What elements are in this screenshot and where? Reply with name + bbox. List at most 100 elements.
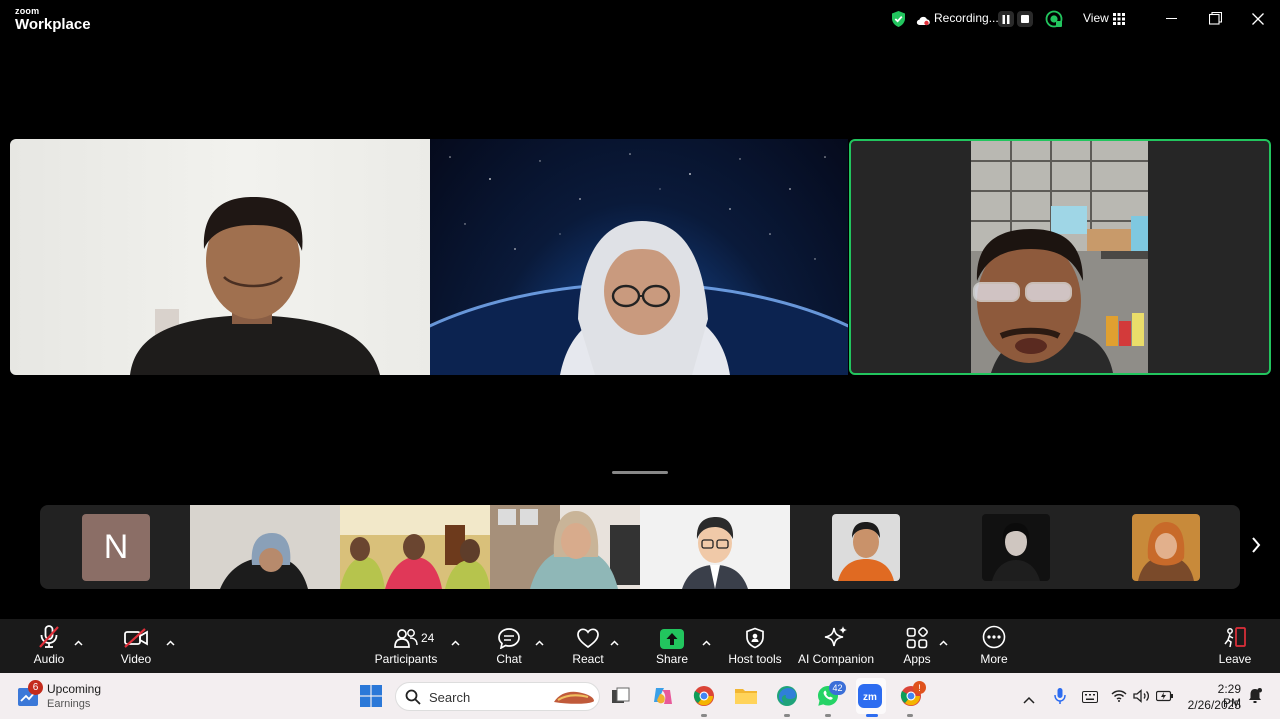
audio-button[interactable]: Audio: [30, 619, 68, 673]
clock-date[interactable]: 2/26/2025: [1186, 698, 1241, 712]
next-page-chevron-icon[interactable]: [1251, 536, 1261, 559]
running-indicator: [701, 714, 707, 717]
thumbnail-participant-6[interactable]: [790, 505, 940, 589]
file-explorer-icon[interactable]: [733, 683, 759, 709]
notification-bell-icon[interactable]: [1248, 688, 1262, 709]
thumbnail-participant-1[interactable]: N: [40, 505, 190, 589]
windows-start-icon[interactable]: [360, 685, 382, 712]
edge-icon[interactable]: [774, 683, 800, 709]
shield-icon: [745, 619, 765, 649]
react-label: React: [572, 652, 604, 666]
video-tile-participant-2[interactable]: [430, 139, 848, 375]
widgets-title[interactable]: Upcoming: [47, 682, 101, 696]
restore-icon: [1208, 11, 1223, 25]
chat-icon: [497, 619, 521, 649]
meeting-toolbar: Audio Video Participants Chat React Shar…: [0, 619, 1280, 673]
widgets-subtitle: Earnings: [47, 698, 91, 710]
close-window-button[interactable]: [1252, 12, 1264, 30]
security-shield-icon[interactable]: [890, 10, 907, 33]
share-options-chevron-up-icon[interactable]: [702, 633, 711, 651]
brand-name: Workplace: [15, 16, 91, 33]
video-off-icon: [123, 619, 149, 649]
widgets-badge: 6: [28, 680, 43, 695]
gallery-resize-handle[interactable]: [612, 471, 668, 474]
host-tools-button[interactable]: Host tools: [725, 619, 785, 673]
search-icon: [405, 689, 421, 710]
view-button[interactable]: View: [1083, 11, 1109, 25]
leave-label: Leave: [1218, 652, 1252, 666]
video-label: Video: [120, 652, 152, 666]
leave-button[interactable]: Leave: [1216, 619, 1254, 673]
participants-options-chevron-up-icon[interactable]: [451, 633, 460, 651]
task-view-icon[interactable]: [608, 683, 634, 709]
apps-options-chevron-up-icon[interactable]: [939, 633, 948, 651]
microphone-in-use-icon[interactable]: [1054, 687, 1066, 710]
video-tile-active-speaker[interactable]: [849, 139, 1271, 375]
stop-recording-button[interactable]: [1017, 11, 1033, 27]
muted-microphone-icon: [38, 619, 60, 649]
participant-video-thumb-4: [490, 505, 640, 589]
thumbnail-participant-7[interactable]: [940, 505, 1090, 589]
grid-view-icon[interactable]: [1113, 12, 1125, 30]
audio-label: Audio: [33, 652, 65, 666]
cloud-recording-icon: [916, 13, 930, 31]
profile-photo: [982, 514, 1050, 581]
share-button[interactable]: Share: [653, 619, 691, 673]
chrome-icon[interactable]: [691, 683, 717, 709]
search-placeholder: Search: [429, 690, 471, 705]
thumbnail-strip: N: [40, 505, 1240, 589]
share-label: Share: [655, 652, 689, 666]
battery-charging-icon[interactable]: [1155, 689, 1174, 707]
host-tools-label: Host tools: [728, 652, 782, 666]
copilot-icon[interactable]: [650, 683, 676, 709]
wifi-icon[interactable]: [1111, 689, 1127, 707]
profile-photo: [1132, 514, 1200, 581]
volume-icon[interactable]: [1133, 689, 1151, 708]
thumbnail-participant-2[interactable]: [190, 505, 340, 589]
participants-label: Participants: [374, 652, 438, 666]
running-indicator: [907, 714, 913, 717]
chrome-alert-badge: !: [913, 681, 926, 694]
pause-icon: [1002, 14, 1010, 24]
avatar: N: [82, 514, 150, 581]
thumbnail-participant-4[interactable]: [490, 505, 640, 589]
video-options-chevron-up-icon[interactable]: [166, 633, 175, 651]
recording-status: Recording...: [934, 11, 999, 25]
app-logo: zoom Workplace: [15, 6, 91, 33]
participants-icon: [393, 619, 419, 649]
participant-video-2: [430, 153, 848, 375]
captions-status-icon[interactable]: [1045, 10, 1063, 33]
thumbnail-participant-3[interactable]: [340, 505, 490, 589]
show-hidden-icons-chevron-up-icon[interactable]: [1023, 691, 1035, 709]
react-options-chevron-up-icon[interactable]: [610, 633, 619, 651]
react-button[interactable]: React: [569, 619, 607, 673]
minimize-button[interactable]: [1166, 18, 1177, 19]
apps-button[interactable]: Apps: [898, 619, 936, 673]
audio-options-chevron-up-icon[interactable]: [74, 633, 83, 651]
video-tile-participant-1[interactable]: [10, 139, 430, 375]
taskbar-search[interactable]: Search: [395, 682, 600, 711]
leave-icon: [1223, 619, 1247, 649]
video-button[interactable]: Video: [117, 619, 155, 673]
participant-avatar-thumb-5: [640, 505, 790, 589]
ai-companion-button[interactable]: AI Companion: [796, 619, 876, 673]
sparkle-icon: [824, 619, 848, 649]
profile-photo: [832, 514, 900, 581]
chat-options-chevron-up-icon[interactable]: [535, 633, 544, 651]
participant-video-1: [130, 197, 380, 375]
stop-icon: [1021, 15, 1029, 23]
chat-button[interactable]: Chat: [490, 619, 528, 673]
participants-button[interactable]: Participants: [372, 619, 440, 673]
more-label: More: [980, 652, 1008, 666]
thumbnail-participant-8[interactable]: [1090, 505, 1240, 589]
zoom-app-label: zm: [863, 692, 877, 703]
zoom-app-icon[interactable]: zm: [857, 683, 883, 709]
more-icon: [982, 619, 1006, 649]
chat-label: Chat: [496, 652, 522, 666]
keyboard-icon[interactable]: [1082, 690, 1098, 708]
more-button[interactable]: More: [975, 619, 1013, 673]
brand-small: zoom: [15, 6, 40, 16]
restore-window-button[interactable]: [1208, 11, 1223, 30]
pause-recording-button[interactable]: [998, 11, 1014, 27]
thumbnail-participant-5[interactable]: [640, 505, 790, 589]
